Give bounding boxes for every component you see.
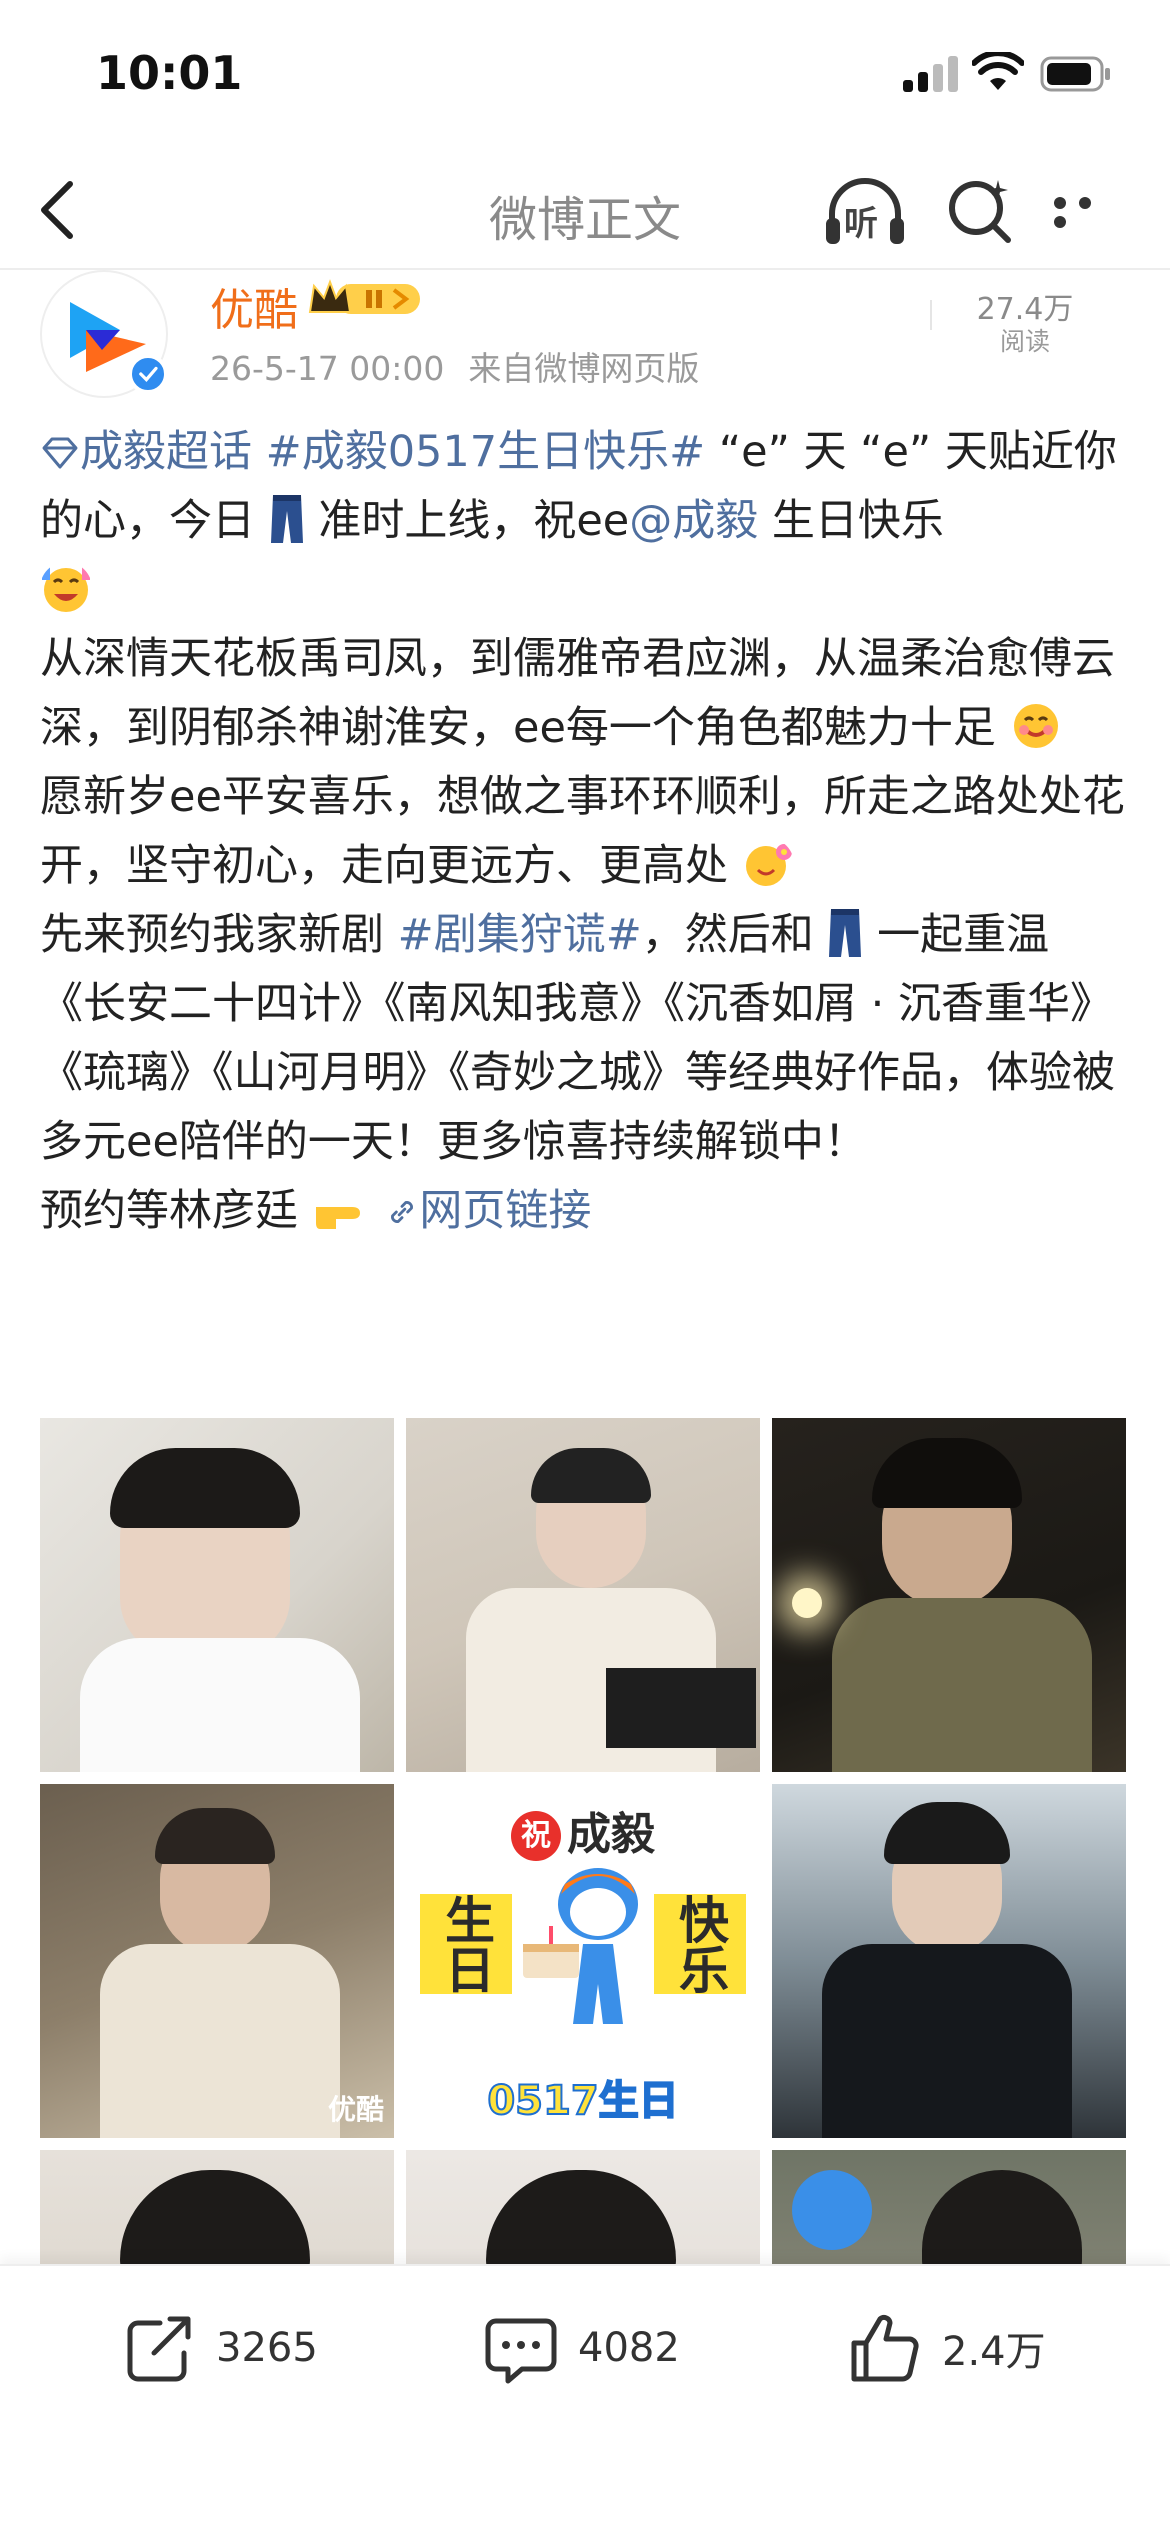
weibo-post-page: 10:01 微博正文 听 优酷 26-5-17 00:00 来自微博网页版 27… bbox=[0, 0, 1170, 2532]
post-text-segment: 生日快乐 bbox=[758, 496, 944, 546]
action-bar: 3265 4082 2.4万 bbox=[0, 2264, 1170, 2532]
hashtag-birthday[interactable]: #成毅0517生日快乐# bbox=[266, 427, 706, 477]
comment-count: 4082 bbox=[578, 2325, 680, 2371]
super-topic-label: 成毅超话 bbox=[80, 427, 252, 477]
post-image[interactable] bbox=[772, 1784, 1126, 2138]
search-icon[interactable] bbox=[940, 170, 1020, 250]
read-label: 阅读 bbox=[999, 327, 1050, 356]
mention-link[interactable]: @成毅 bbox=[629, 496, 758, 546]
post-image-birthday-card[interactable]: 祝成毅 生日 快乐 0517生日 bbox=[406, 1784, 760, 2138]
birthday-card-date: 0517生日 bbox=[486, 2077, 679, 2125]
author-name[interactable]: 优酷 bbox=[210, 274, 298, 338]
birthday-card-title: 祝成毅 bbox=[406, 1798, 760, 1862]
web-link[interactable]: 网页链接 bbox=[385, 1186, 591, 1236]
comment-button[interactable]: 4082 bbox=[482, 2308, 680, 2388]
vip-crown-badge-icon[interactable] bbox=[306, 276, 426, 320]
mascot-with-cake-icon bbox=[523, 1868, 638, 2024]
birthday-card-name: 成毅 bbox=[567, 1809, 655, 1860]
repost-button[interactable]: 3265 bbox=[120, 2308, 318, 2388]
post-image[interactable]: 优酷 bbox=[40, 1784, 394, 2138]
post-paragraph: 愿新岁ee平安喜乐，想做之事环环顺利，所走之路处处花开，坚守初心，走向更远方、更… bbox=[40, 772, 1125, 891]
status-bar: 10:01 bbox=[0, 0, 1170, 150]
party-face-emoji-icon bbox=[42, 566, 90, 612]
post-text-segment: 准时上线，祝ee bbox=[318, 496, 630, 546]
post-paragraph: 从深情天花板禹司凤，到儒雅帝君应渊，从温柔治愈傅云深，到阴郁杀神谢淮安，ee每一… bbox=[40, 634, 1115, 753]
thumbs-up-icon bbox=[851, 2314, 919, 2382]
battery-icon bbox=[1040, 56, 1110, 92]
post-text-segment: ，然后和 bbox=[641, 910, 814, 960]
post-text: 成毅超话 #成毅0517生日快乐# “e” 天 “e” 天贴近你的心，今日 准时… bbox=[40, 418, 1132, 1246]
post-image[interactable] bbox=[40, 1418, 394, 1772]
web-link-label: 网页链接 bbox=[419, 1186, 592, 1236]
image-watermark: 优酷 bbox=[327, 2093, 384, 2126]
diamond-icon bbox=[42, 437, 78, 469]
like-button[interactable]: 2.4万 bbox=[846, 2308, 1046, 2388]
comment-icon bbox=[485, 2318, 557, 2384]
link-icon bbox=[391, 1201, 414, 1223]
repost-count: 3265 bbox=[216, 2325, 318, 2371]
hug-face-emoji-icon bbox=[1013, 704, 1058, 748]
wifi-icon bbox=[972, 52, 1024, 90]
listen-button[interactable]: 听 bbox=[822, 170, 908, 254]
divider bbox=[930, 300, 932, 330]
cellular-signal-icon bbox=[903, 56, 959, 92]
hashtag-new-drama[interactable]: #剧集狩谎# bbox=[398, 910, 642, 960]
jeans-emoji-icon bbox=[829, 909, 862, 957]
pointing-hand-emoji-icon bbox=[315, 1207, 360, 1229]
nav-bar: 微博正文 听 bbox=[0, 150, 1170, 270]
like-count: 2.4万 bbox=[942, 2329, 1046, 2375]
jeans-emoji-icon bbox=[270, 495, 303, 543]
post-image[interactable] bbox=[772, 1418, 1126, 1772]
post-source: 来自微博网页版 bbox=[468, 349, 700, 388]
post-image[interactable] bbox=[406, 1418, 760, 1772]
birthday-card-right-text: 快乐 bbox=[654, 1894, 746, 1994]
post-timestamp: 26-5-17 00:00 bbox=[210, 349, 445, 388]
flower-face-emoji-icon bbox=[745, 844, 792, 886]
repost-icon bbox=[127, 2316, 191, 2382]
post-text-segment: 预约等林彦廷 bbox=[40, 1186, 298, 1236]
birthday-card-left-text: 生日 bbox=[420, 1894, 512, 1994]
post-meta: 26-5-17 00:00 来自微博网页版 bbox=[210, 342, 699, 390]
listen-label: 听 bbox=[844, 204, 878, 244]
verified-badge-icon bbox=[128, 354, 168, 394]
more-options-icon[interactable] bbox=[1054, 194, 1124, 228]
super-topic-link[interactable]: 成毅超话 bbox=[40, 427, 252, 477]
post-text-segment: 先来预约我家新剧 bbox=[40, 910, 398, 960]
status-time: 10:01 bbox=[96, 46, 243, 100]
